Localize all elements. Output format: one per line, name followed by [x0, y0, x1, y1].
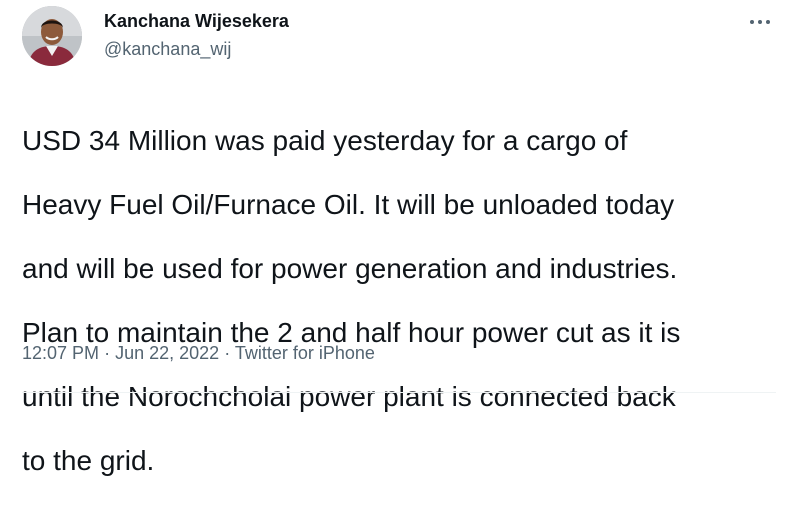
tweet-source[interactable]: Twitter for iPhone: [235, 343, 375, 363]
meta-separator: ·: [224, 343, 231, 363]
tweet-date[interactable]: Jun 22, 2022: [115, 343, 219, 363]
more-dot: [750, 20, 754, 24]
more-options-icon[interactable]: [748, 12, 772, 32]
tweet-text-line: USD 34 Million was paid yesterday for a …: [22, 125, 628, 156]
tweet-time[interactable]: 12:07 PM: [22, 343, 99, 363]
tweet-header: Kanchana Wijesekera @kanchana_wij: [22, 6, 776, 68]
avatar[interactable]: [22, 6, 82, 66]
more-dot: [766, 20, 770, 24]
tweet-meta: 12:07 PM · Jun 22, 2022 · Twitter for iP…: [22, 342, 375, 364]
author-names: Kanchana Wijesekera @kanchana_wij: [104, 10, 289, 60]
tweet-text-line: until the Norochcholai power plant is co…: [22, 381, 676, 412]
tweet-card: Kanchana Wijesekera @kanchana_wij USD 34…: [0, 0, 796, 476]
tweet-text-line: Heavy Fuel Oil/Furnace Oil. It will be u…: [22, 189, 675, 220]
divider: [22, 392, 776, 393]
author-handle[interactable]: @kanchana_wij: [104, 38, 289, 60]
author-display-name[interactable]: Kanchana Wijesekera: [104, 10, 289, 32]
tweet-text-line: and will be used for power generation an…: [22, 253, 678, 284]
user-avatar-photo-icon: [22, 6, 82, 66]
tweet-text: USD 34 Million was paid yesterday for a …: [22, 93, 782, 509]
meta-separator: ·: [104, 343, 111, 363]
more-dot: [758, 20, 762, 24]
tweet-text-line: to the grid.: [22, 445, 155, 476]
